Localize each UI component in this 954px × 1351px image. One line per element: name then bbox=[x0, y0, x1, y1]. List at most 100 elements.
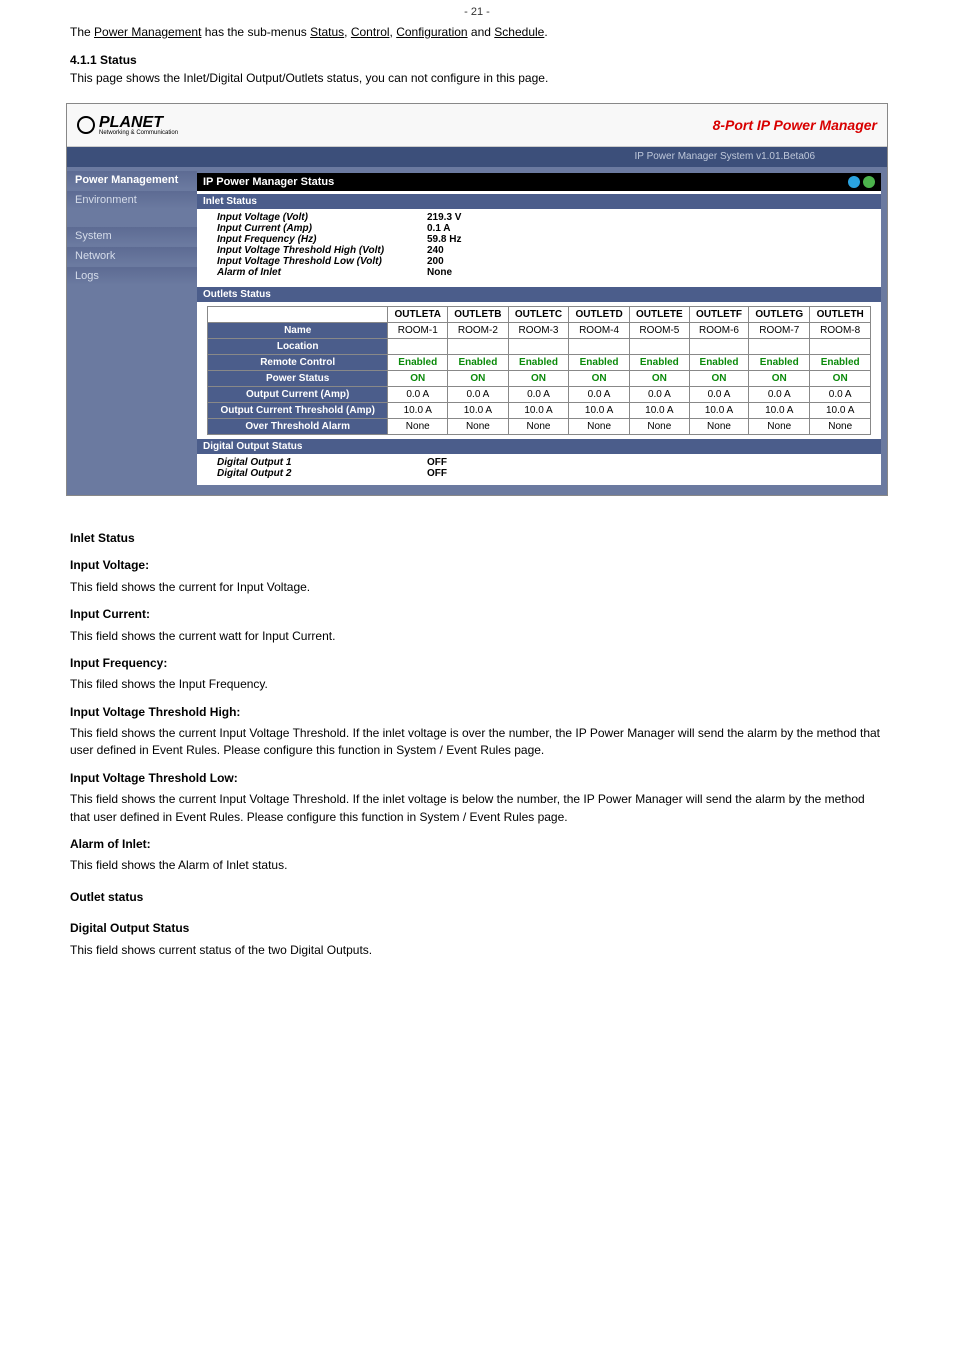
outlet-cell bbox=[629, 338, 689, 354]
inlet-key: Input Frequency (Hz) bbox=[217, 234, 427, 245]
inlet-row: Alarm of InletNone bbox=[217, 267, 871, 278]
h-input-frequency: Input Frequency: bbox=[70, 655, 884, 672]
outlet-rowhead: Name bbox=[208, 322, 388, 338]
logo-text: PLANET bbox=[99, 114, 163, 131]
sidebar-item-power-management[interactable]: Power Management bbox=[67, 171, 197, 189]
outlet-cell: 0.0 A bbox=[388, 386, 448, 402]
outlet-cell: 10.0 A bbox=[569, 402, 630, 418]
refresh-icon[interactable] bbox=[848, 176, 860, 188]
outlet-cell: 0.0 A bbox=[689, 386, 748, 402]
sidebar-item-environment[interactable]: Environment bbox=[67, 191, 197, 209]
p-input-vth-high: This field shows the current Input Volta… bbox=[70, 725, 884, 760]
outlet-cell: None bbox=[388, 418, 448, 434]
app-header: PLANET Networking & Communication 8-Port… bbox=[67, 104, 887, 147]
outlet-cell: ON bbox=[508, 370, 569, 386]
outlet-cell bbox=[508, 338, 569, 354]
outlet-col: OUTLETA bbox=[388, 306, 448, 322]
outlet-cell: ON bbox=[388, 370, 448, 386]
outlet-cell bbox=[689, 338, 748, 354]
outlet-cell: None bbox=[448, 418, 509, 434]
outlet-cell: Enabled bbox=[569, 354, 630, 370]
outlet-col: OUTLETE bbox=[629, 306, 689, 322]
outlet-rowhead: Output Current Threshold (Amp) bbox=[208, 402, 388, 418]
link-schedule: Schedule bbox=[494, 25, 544, 39]
outlet-cell: None bbox=[749, 418, 810, 434]
outlet-cell: 10.0 A bbox=[388, 402, 448, 418]
outlet-cell: ROOM-8 bbox=[810, 322, 871, 338]
outlet-cell: 10.0 A bbox=[508, 402, 569, 418]
outlet-cell: 0.0 A bbox=[448, 386, 509, 402]
outlet-cell: None bbox=[629, 418, 689, 434]
logo-sub: Networking & Communication bbox=[99, 130, 178, 136]
outlet-cell: ROOM-4 bbox=[569, 322, 630, 338]
outlet-cell: 0.0 A bbox=[569, 386, 630, 402]
h-input-voltage: Input Voltage: bbox=[70, 557, 884, 574]
t: has the sub-menus bbox=[201, 25, 310, 39]
digital-output-bar: Digital Output Status bbox=[197, 439, 881, 454]
outlet-cell: ON bbox=[448, 370, 509, 386]
topbar-text: IP Power Manager System v1.01.Beta06 bbox=[635, 151, 815, 162]
link-power-management: Power Management bbox=[94, 25, 201, 39]
outlet-col bbox=[208, 306, 388, 322]
outlet-cell: 0.0 A bbox=[749, 386, 810, 402]
outlet-cell: 0.0 A bbox=[508, 386, 569, 402]
inlet-row: Input Frequency (Hz)59.8 Hz bbox=[217, 234, 871, 245]
outlets-status-bar: Outlets Status bbox=[197, 287, 881, 302]
h-input-vth-low: Input Voltage Threshold Low: bbox=[70, 770, 884, 787]
outlet-cell: None bbox=[508, 418, 569, 434]
inlet-val: 0.1 A bbox=[427, 223, 451, 234]
link-status: Status bbox=[310, 25, 344, 39]
outlet-col: OUTLETH bbox=[810, 306, 871, 322]
outlet-cell bbox=[810, 338, 871, 354]
outlet-rowhead: Remote Control bbox=[208, 354, 388, 370]
content-title: IP Power Manager Status bbox=[197, 173, 881, 191]
outlet-cell: Enabled bbox=[508, 354, 569, 370]
outlet-cell: Enabled bbox=[749, 354, 810, 370]
inlet-row: Input Current (Amp)0.1 A bbox=[217, 223, 871, 234]
digital-row: Digital Output 1OFF bbox=[217, 457, 871, 468]
page-number-top: - 21 - bbox=[0, 0, 954, 24]
h-outlet-status: Outlet status bbox=[70, 889, 884, 906]
outlet-cell bbox=[448, 338, 509, 354]
sidebar-item-logs[interactable]: Logs bbox=[67, 267, 197, 285]
section-411-desc: This page shows the Inlet/Digital Output… bbox=[70, 70, 884, 87]
sidebar-item-system[interactable]: System bbox=[67, 227, 197, 245]
inlet-key: Input Voltage Threshold High (Volt) bbox=[217, 245, 427, 256]
descriptive-text: Inlet Status Input Voltage: This field s… bbox=[0, 496, 954, 959]
outlet-col: OUTLETG bbox=[749, 306, 810, 322]
outlet-cell: ROOM-2 bbox=[448, 322, 509, 338]
inlet-val: None bbox=[427, 267, 452, 278]
inlet-kv-block: Input Voltage (Volt)219.3 VInput Current… bbox=[197, 209, 881, 284]
h-input-vth-high: Input Voltage Threshold High: bbox=[70, 704, 884, 721]
outlet-cell: 10.0 A bbox=[749, 402, 810, 418]
h-alarm-inlet: Alarm of Inlet: bbox=[70, 836, 884, 853]
digital-key: Digital Output 1 bbox=[217, 457, 427, 468]
inlet-val: 200 bbox=[427, 256, 444, 267]
t: The bbox=[70, 25, 94, 39]
link-control: Control bbox=[351, 25, 390, 39]
help-icon[interactable] bbox=[863, 176, 875, 188]
outlet-cell: Enabled bbox=[810, 354, 871, 370]
inlet-key: Input Voltage (Volt) bbox=[217, 212, 427, 223]
t: . bbox=[544, 25, 547, 39]
outlet-cell: ON bbox=[810, 370, 871, 386]
p-input-frequency: This filed shows the Input Frequency. bbox=[70, 676, 884, 693]
t: and bbox=[468, 25, 495, 39]
t: , bbox=[344, 25, 351, 39]
intro-text: The Power Management has the sub-menus S… bbox=[0, 24, 954, 40]
inlet-row: Input Voltage Threshold High (Volt)240 bbox=[217, 245, 871, 256]
p-alarm-inlet: This field shows the Alarm of Inlet stat… bbox=[70, 857, 884, 874]
h-inlet-status: Inlet Status bbox=[70, 530, 884, 547]
inlet-key: Alarm of Inlet bbox=[217, 267, 427, 278]
content-pane: IP Power Manager Status Inlet Status Inp… bbox=[197, 173, 881, 485]
outlet-cell: 10.0 A bbox=[629, 402, 689, 418]
p-digital-output: This field shows current status of the t… bbox=[70, 942, 884, 959]
inlet-key: Input Current (Amp) bbox=[217, 223, 427, 234]
outlet-cell: ROOM-6 bbox=[689, 322, 748, 338]
sidebar: Power Management Environment System Netw… bbox=[67, 167, 197, 495]
outlet-cell: Enabled bbox=[388, 354, 448, 370]
sidebar-item-network[interactable]: Network bbox=[67, 247, 197, 265]
outlet-col: OUTLETF bbox=[689, 306, 748, 322]
inlet-row: Input Voltage Threshold Low (Volt)200 bbox=[217, 256, 871, 267]
inlet-status-bar: Inlet Status bbox=[197, 194, 881, 209]
